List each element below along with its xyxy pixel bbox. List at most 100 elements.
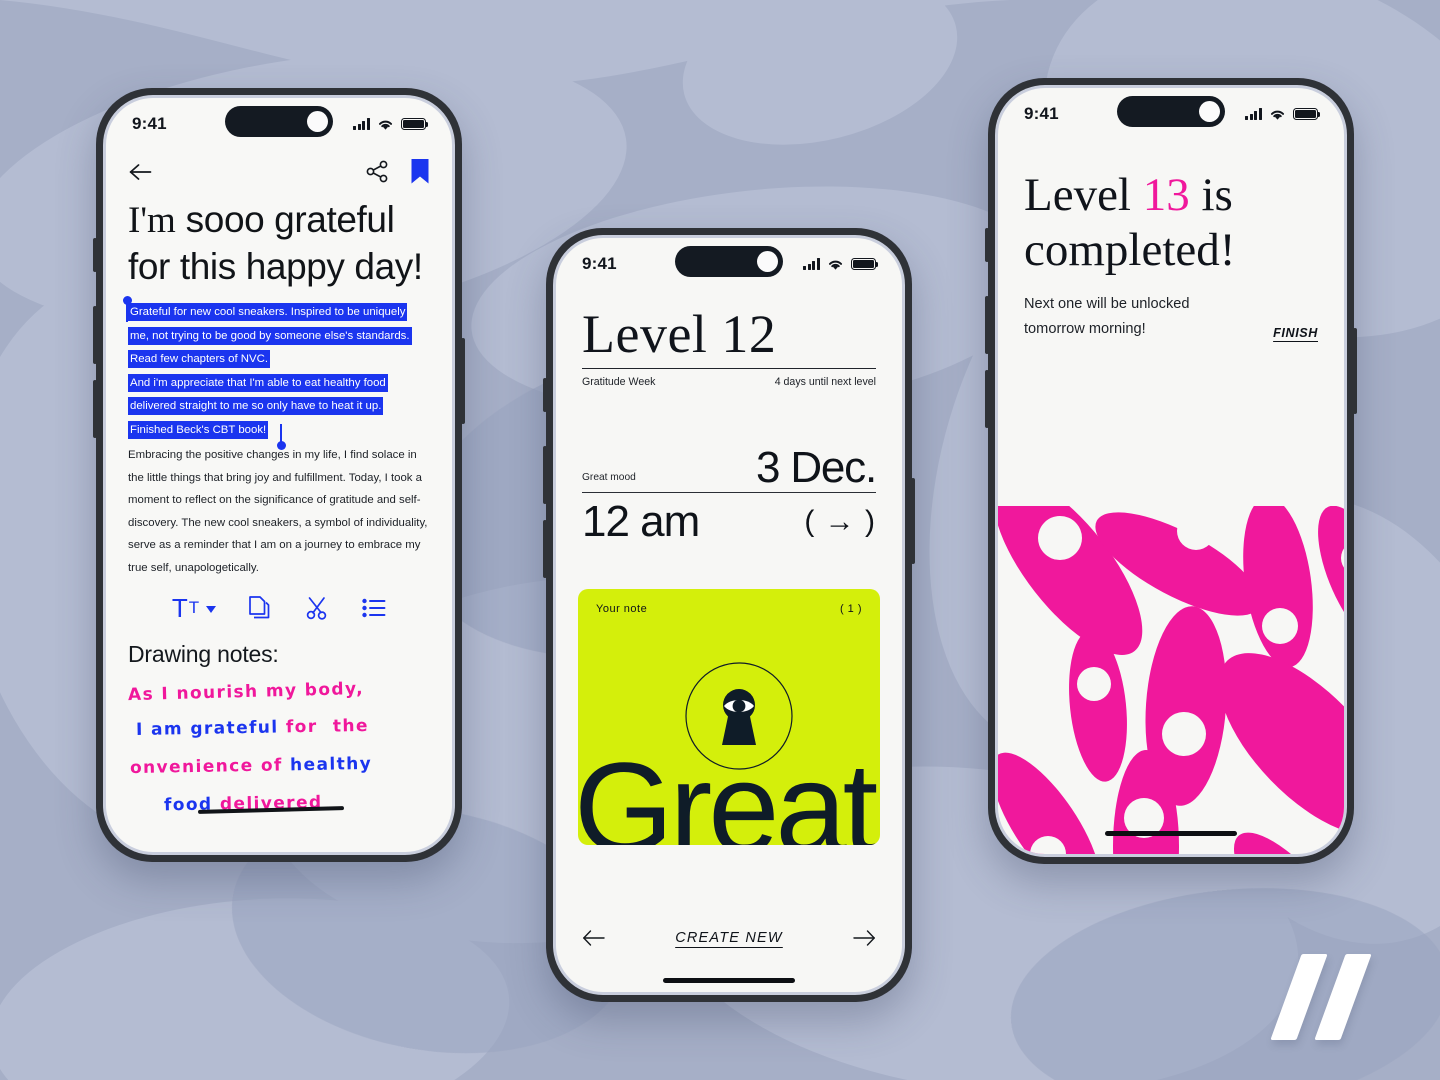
home-indicator[interactable]: [1105, 831, 1237, 836]
selection-handle-start[interactable]: [122, 296, 132, 322]
front-camera-icon: [757, 251, 778, 272]
subtitle-line-1: Next one will be unlocked: [1024, 296, 1190, 312]
phone-bezel: 9:41 I'm sooo grateful for this happy da…: [103, 95, 455, 855]
battery-icon: [401, 117, 429, 131]
status-time: 9:41: [1024, 104, 1059, 123]
status-icons: [1244, 107, 1321, 121]
selection-handle-end[interactable]: [276, 424, 286, 450]
cellular-signal-icon: [352, 118, 370, 130]
phone-volume-up-button[interactable]: [985, 296, 989, 354]
drawing-notes-header: Drawing notes:: [128, 641, 279, 667]
status-bar: 9:41: [556, 238, 902, 290]
phone-volume-up-button[interactable]: [543, 446, 547, 504]
handwriting-text: healthy: [289, 753, 373, 776]
selected-line-text: Read few chapters of NVC.: [128, 350, 271, 368]
completed-title: Level 13 is completed!: [1024, 168, 1318, 278]
entry-date: 3 Dec.: [756, 443, 877, 493]
note-title-line2: for this happy day!: [128, 246, 423, 287]
drawing-canvas[interactable]: As I nourish my body, I am grateful for …: [106, 676, 452, 826]
wifi-icon: [828, 260, 843, 270]
completed-title-line2: completed!: [1024, 224, 1236, 276]
magenta-leaf-blob-pattern: [998, 506, 1344, 854]
selected-line: Grateful for new cool sneakers. Inspired…: [128, 300, 434, 324]
subtitle-line-2: tomorrow morning!: [1024, 321, 1146, 337]
phone-mute-switch[interactable]: [93, 238, 97, 272]
handwriting-line-1: As I nourish my body,: [128, 679, 364, 705]
duplicate-pages-icon[interactable]: [248, 595, 272, 621]
notes-toolbar-top: [106, 150, 452, 185]
handwriting-text: As I nourish my body,: [127, 678, 365, 706]
battery-icon: [851, 257, 879, 271]
phone-mute-switch[interactable]: [543, 378, 547, 412]
go-arrow-button[interactable]: ( → ): [804, 497, 876, 547]
selected-line: And i'm appreciate that I'm able to eat …: [128, 371, 434, 395]
note-title-serif: I'm: [128, 200, 176, 241]
status-time: 9:41: [132, 114, 167, 133]
handwriting-text: I am grateful: [135, 717, 279, 741]
selected-line-text: And i'm appreciate that I'm able to eat …: [128, 373, 388, 392]
phone-volume-down-button[interactable]: [985, 370, 989, 428]
selected-line-text: me, not trying to be good by someone els…: [128, 326, 412, 345]
bookmark-icon[interactable]: [410, 158, 430, 185]
next-level-label: 4 days until next level: [774, 376, 876, 389]
phone-completed-screen: 9:41 Level 13 is completed! Next one wil…: [985, 78, 1357, 864]
completed-subtitle: Next one will be unlocked tomorrow morni…: [1024, 292, 1190, 342]
level-bottom-nav: CREATE NEW: [556, 910, 902, 966]
status-bar: 9:41: [106, 98, 452, 150]
note-card-great[interactable]: Your note ( 1 ) Great: [578, 589, 880, 846]
dynamic-island: [1117, 96, 1225, 127]
home-indicator[interactable]: [663, 978, 795, 983]
battery-icon: [1293, 107, 1321, 121]
selected-text-block[interactable]: Grateful for new cool sneakers. Inspired…: [122, 296, 434, 450]
cellular-signal-icon: [1244, 108, 1262, 120]
formatting-toolbar: TT: [106, 595, 452, 621]
keyhole-eye-icon[interactable]: [684, 661, 794, 771]
handwriting-text: the: [332, 715, 370, 737]
phone-power-button[interactable]: [1353, 328, 1357, 414]
phone-power-button[interactable]: [911, 478, 915, 564]
wifi-icon: [378, 120, 393, 130]
share-icon[interactable]: [365, 159, 390, 184]
screen-completed: 9:41 Level 13 is completed! Next one wil…: [998, 88, 1344, 854]
create-new-button[interactable]: CREATE NEW: [675, 930, 783, 946]
scissors-cut-icon[interactable]: [304, 595, 330, 621]
finish-button[interactable]: FINISH: [1273, 326, 1318, 342]
phone-volume-up-button[interactable]: [93, 306, 97, 364]
cellular-signal-icon: [802, 258, 820, 270]
screen-level: 9:41 Level 12 Gratitude Week 4 days unti…: [556, 238, 902, 992]
note-title-rest: sooo grateful: [175, 199, 395, 240]
time-row: 12 am ( → ): [582, 497, 876, 547]
week-label: Gratitude Week: [582, 376, 656, 389]
phone-power-button[interactable]: [461, 338, 465, 424]
screen-notes: 9:41 I'm sooo grateful for this happy da…: [106, 98, 452, 852]
phone-bezel: 9:41 Level 12 Gratitude Week 4 days unti…: [553, 235, 905, 995]
selected-line-text: Grateful for new cool sneakers. Inspired…: [128, 303, 408, 321]
selected-line-text: delivered straight to me so only have to…: [128, 397, 384, 415]
note-card-count: ( 1 ): [839, 603, 862, 616]
handwriting-text: for: [285, 716, 318, 738]
datetime-divider: [582, 492, 876, 494]
chevron-down-icon[interactable]: [206, 606, 217, 613]
arrow-right-icon[interactable]: [851, 929, 876, 947]
completed-title-a: Level: [1024, 169, 1143, 221]
phone-volume-down-button[interactable]: [543, 520, 547, 578]
double-slash-logo: [1270, 954, 1398, 1040]
level-divider: [582, 368, 876, 370]
note-paragraph: Embracing the positive changes in my lif…: [128, 449, 428, 574]
back-arrow-icon[interactable]: [128, 162, 153, 182]
dynamic-island: [675, 246, 783, 277]
selected-line: Read few chapters of NVC.: [128, 347, 434, 371]
dynamic-island: [225, 106, 333, 137]
note-card-label: Your note: [596, 603, 648, 616]
status-icons: [802, 257, 879, 271]
date-row: Great mood 3 Dec.: [582, 443, 877, 493]
note-body[interactable]: Grateful for new cool sneakers. Inspired…: [122, 296, 434, 579]
text-size-tool[interactable]: TT: [172, 595, 217, 621]
phone-volume-down-button[interactable]: [93, 380, 97, 438]
selected-line: me, not trying to be good by someone els…: [128, 324, 434, 348]
entry-datetime-block[interactable]: Great mood 3 Dec. 12 am ( → ): [582, 443, 877, 547]
phone-mute-switch[interactable]: [985, 228, 989, 262]
bullet-list-icon[interactable]: [362, 597, 386, 619]
arrow-left-icon[interactable]: [582, 929, 607, 947]
front-camera-icon: [307, 111, 328, 132]
